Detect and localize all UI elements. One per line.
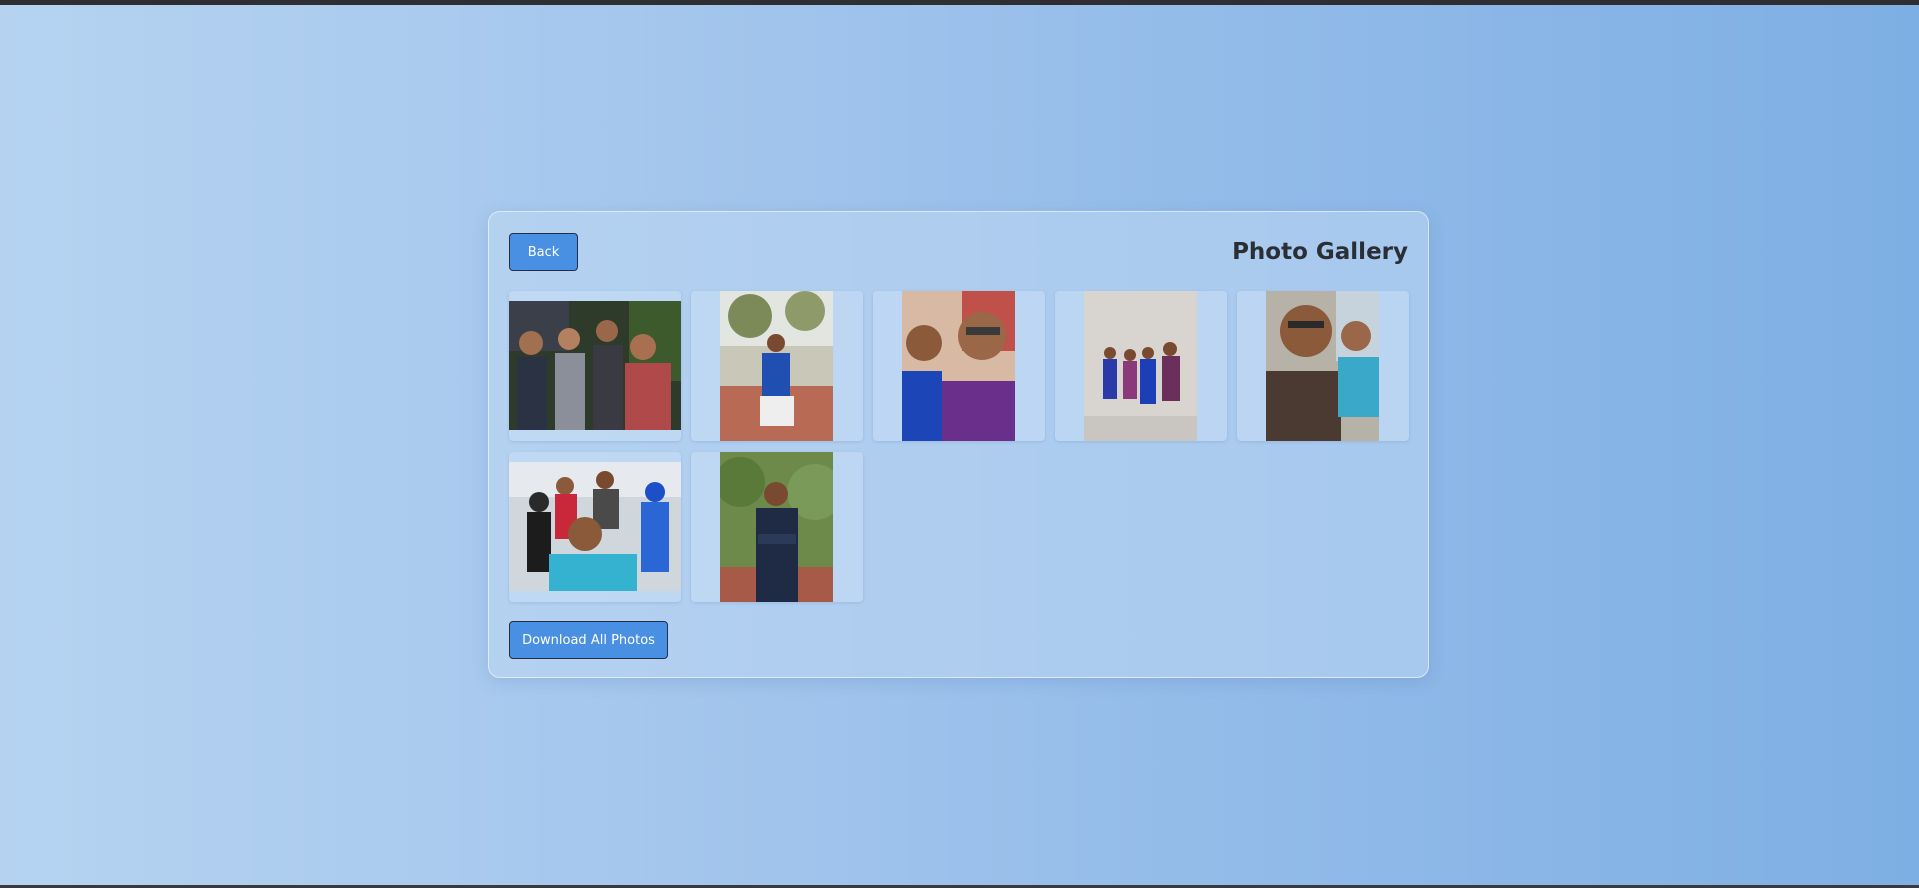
gallery-photo[interactable] [902, 291, 1015, 441]
gallery-tile[interactable] [509, 452, 681, 602]
gallery-photo[interactable] [720, 291, 833, 441]
gallery-tile[interactable] [1237, 291, 1409, 441]
gallery-tile[interactable] [691, 452, 863, 602]
browser-top-bar [0, 0, 1919, 5]
gallery-photo[interactable] [509, 301, 681, 430]
download-all-button[interactable]: Download All Photos [509, 621, 668, 659]
gallery-tile[interactable] [509, 291, 681, 441]
gallery-photo[interactable] [720, 452, 833, 602]
gallery-tile[interactable] [873, 291, 1045, 441]
gallery-photo[interactable] [1084, 291, 1197, 441]
gallery-tile[interactable] [691, 291, 863, 441]
back-button[interactable]: Back [509, 233, 578, 271]
photo-gallery-card: Back Photo Gallery Download All Photos [488, 211, 1429, 678]
page-title: Photo Gallery [1232, 239, 1408, 265]
gallery-photo[interactable] [509, 462, 681, 591]
gallery-photo[interactable] [1266, 291, 1379, 441]
gallery-tile[interactable] [1055, 291, 1227, 441]
